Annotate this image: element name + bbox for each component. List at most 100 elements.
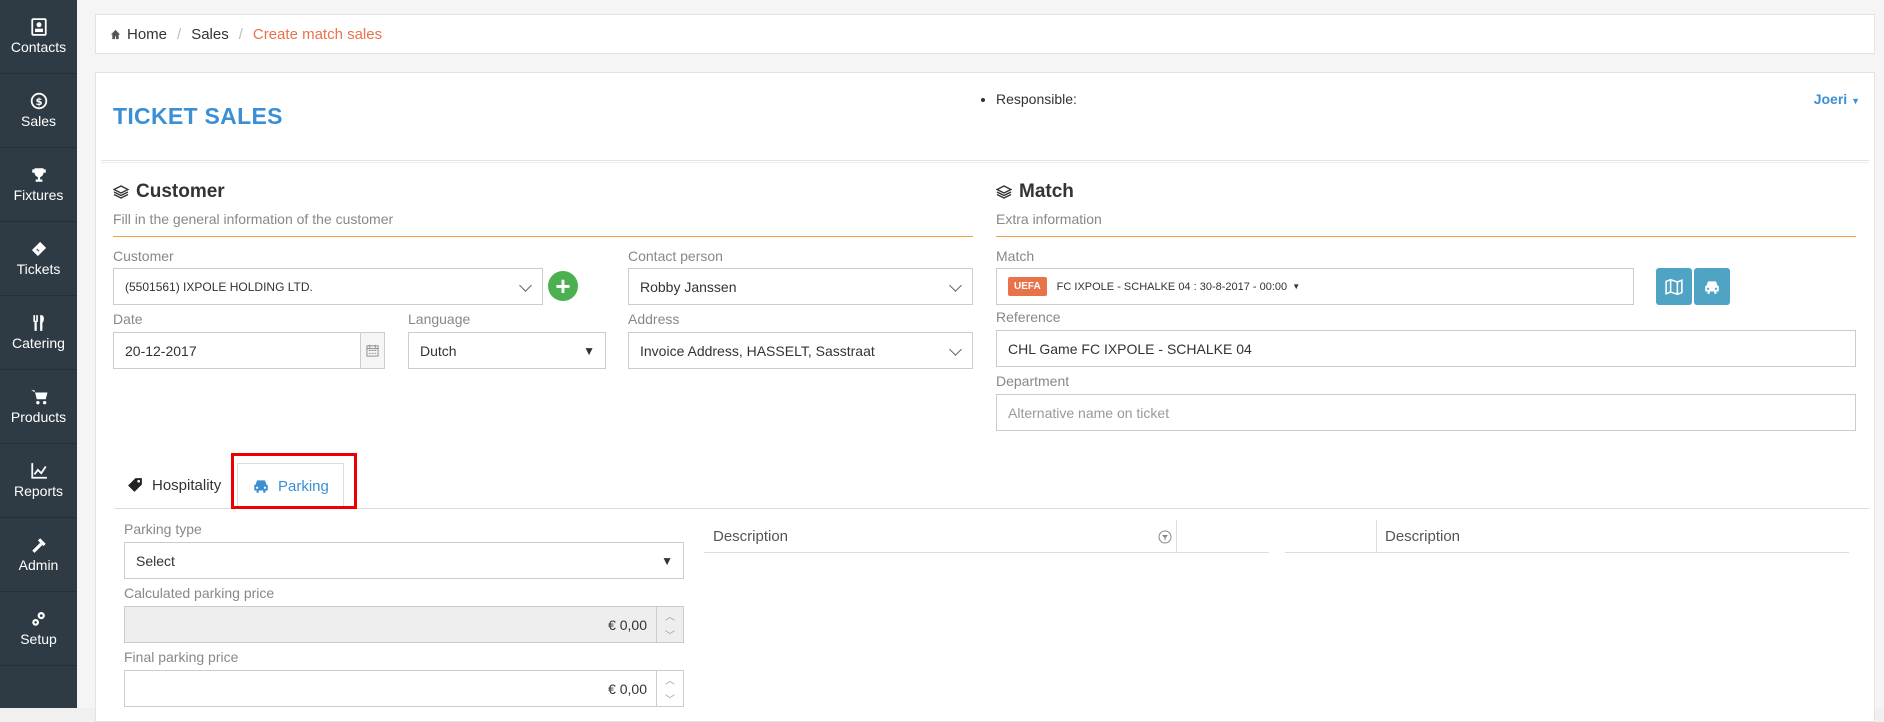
parking-type-value: Select xyxy=(136,552,175,569)
language-select[interactable]: Dutch ▼ xyxy=(408,332,606,369)
sidebar-item-contacts[interactable]: Contacts xyxy=(0,0,77,74)
chevron-up-icon[interactable]: ︿ xyxy=(665,608,675,623)
calc-price-value: € 0,00 xyxy=(608,616,647,633)
tab-hospitality[interactable]: Hospitality xyxy=(113,461,235,509)
cart-icon xyxy=(30,390,47,405)
contact-select[interactable]: Robby Janssen xyxy=(628,268,973,305)
customer-label: Customer xyxy=(113,248,174,264)
customer-divider xyxy=(113,236,973,237)
chevron-down-icon[interactable]: ﹀ xyxy=(665,691,675,706)
sidebar-item-products[interactable]: Products xyxy=(0,370,77,444)
sidebar-item-setup[interactable]: Setup xyxy=(0,592,77,666)
contacts-icon xyxy=(30,18,47,36)
department-input[interactable]: Alternative name on ticket xyxy=(996,394,1856,431)
match-label: Match xyxy=(996,248,1035,264)
chevron-down-icon xyxy=(519,279,532,292)
sidebar-item-fixtures[interactable]: Fixtures xyxy=(0,148,77,222)
price-stepper[interactable]: ︿ ﹀ xyxy=(656,671,683,706)
customer-value: (5501561) IXPOLE HOLDING LTD. xyxy=(125,279,313,294)
sidebar-item-label: Tickets xyxy=(16,261,61,277)
user-menu[interactable]: Joeri ▼ xyxy=(1814,91,1860,107)
filter-icon[interactable] xyxy=(1158,530,1172,548)
final-price-value: € 0,00 xyxy=(608,680,647,697)
user-name: Joeri xyxy=(1813,91,1848,107)
sidebar-item-catering[interactable]: Catering xyxy=(0,296,77,370)
svg-text:$: $ xyxy=(35,97,42,108)
parking-type-select[interactable]: Select ▼ xyxy=(124,542,684,579)
calc-price-label: Calculated parking price xyxy=(124,585,275,601)
caret-down-icon: ▼ xyxy=(1851,96,1860,106)
language-label: Language xyxy=(408,311,471,327)
header-divider xyxy=(101,160,1869,163)
sidebar-item-reports[interactable]: Reports xyxy=(0,444,77,518)
department-placeholder: Alternative name on ticket xyxy=(1008,404,1170,421)
ticket-icon xyxy=(29,240,48,258)
sidebar-item-label: Admin xyxy=(18,557,59,573)
responsible-list: Responsible: xyxy=(996,91,1077,107)
caret-down-icon: ▼ xyxy=(661,554,673,568)
match-badge: UEFA xyxy=(1008,277,1047,296)
responsible-label: Responsible: xyxy=(996,91,1077,107)
car-icon xyxy=(1705,280,1719,294)
chevron-up-icon[interactable]: ︿ xyxy=(665,672,675,687)
chevron-down-icon xyxy=(949,279,962,292)
breadcrumb-home[interactable]: Home xyxy=(127,26,167,43)
grid-column-description[interactable]: Description xyxy=(704,528,788,545)
column-divider xyxy=(1376,520,1377,552)
address-value: Invoice Address, HASSELT, Sasstraat xyxy=(640,342,875,359)
trophy-icon xyxy=(31,168,46,182)
chevron-down-icon[interactable]: ﹀ xyxy=(665,627,675,642)
add-customer-button[interactable]: + xyxy=(548,271,578,301)
gears-icon xyxy=(31,612,45,626)
sidebar-item-tickets[interactable]: Tickets xyxy=(0,222,77,296)
layers-icon xyxy=(996,185,1012,199)
tag-icon xyxy=(128,477,142,492)
column-divider xyxy=(1176,520,1177,552)
breadcrumb-separator: / xyxy=(238,25,243,43)
final-price-input[interactable]: € 0,00 ︿ ﹀ xyxy=(124,670,684,707)
page-title: TICKET SALES xyxy=(113,103,283,129)
match-section-title: Match xyxy=(996,181,1074,203)
highlight-box xyxy=(231,453,357,509)
sidebar-item-admin[interactable]: Admin xyxy=(0,518,77,592)
map-button[interactable] xyxy=(1656,268,1692,305)
language-value: Dutch xyxy=(420,342,457,359)
customer-title: Customer xyxy=(136,181,225,202)
caret-down-icon: ▼ xyxy=(1292,282,1301,291)
match-select[interactable]: UEFA FC IXPOLE - SCHALKE 04 : 30-8-2017 … xyxy=(996,268,1634,305)
caret-down-icon: ▼ xyxy=(583,344,595,358)
address-select[interactable]: Invoice Address, HASSELT, Sasstraat xyxy=(628,332,973,369)
dollar-icon: $ xyxy=(30,92,47,110)
sidebar-item-label: Products xyxy=(10,409,67,425)
map-icon xyxy=(1665,278,1683,295)
address-label: Address xyxy=(628,311,680,327)
home-icon xyxy=(110,29,121,39)
chevron-down-icon xyxy=(949,343,962,356)
tab-hospitality-label: Hospitality xyxy=(152,476,222,494)
customer-subtitle: Fill in the general information of the c… xyxy=(113,211,394,227)
breadcrumb: Home / Sales / Create match sales xyxy=(95,14,1875,54)
parking-grid-header: Description xyxy=(704,520,1269,553)
sidebar-item-label: Catering xyxy=(12,335,65,351)
final-price-label: Final parking price xyxy=(124,649,239,665)
chart-icon xyxy=(30,463,47,479)
customer-section-title: Customer xyxy=(113,181,225,203)
parking-car-button[interactable] xyxy=(1694,268,1730,305)
match-title: Match xyxy=(1019,181,1074,202)
tabs-divider xyxy=(114,508,1869,509)
selection-grid-header: Description xyxy=(1285,520,1849,553)
cutlery-icon xyxy=(32,315,44,331)
date-input[interactable]: 20-12-2017 xyxy=(113,332,385,369)
sidebar: Contacts $ Sales Fixtures Tickets Cateri… xyxy=(0,0,77,708)
sidebar-item-sales[interactable]: $ Sales xyxy=(0,74,77,148)
plus-icon: + xyxy=(555,271,571,301)
grid-column-description[interactable]: Description xyxy=(1285,528,1460,545)
calendar-icon[interactable] xyxy=(360,333,384,368)
breadcrumb-sales[interactable]: Sales xyxy=(191,26,229,43)
match-value: FC IXPOLE - SCHALKE 04 : 30-8-2017 - 00:… xyxy=(1056,280,1288,293)
contact-label: Contact person xyxy=(628,248,723,264)
price-stepper[interactable]: ︿ ﹀ xyxy=(656,607,683,642)
reference-label: Reference xyxy=(996,309,1061,325)
reference-input[interactable]: CHL Game FC IXPOLE - SCHALKE 04 xyxy=(996,330,1856,367)
customer-select[interactable]: (5501561) IXPOLE HOLDING LTD. xyxy=(113,268,543,305)
